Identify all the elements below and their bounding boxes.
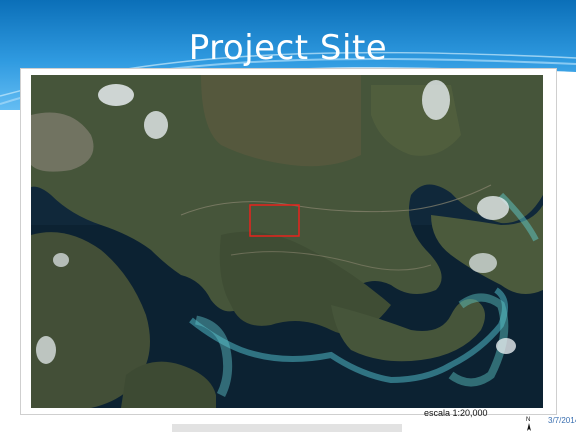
satellite-map bbox=[31, 75, 543, 408]
slide-date: 3/7/2014 bbox=[548, 416, 576, 425]
slide-title: Project Site bbox=[188, 28, 388, 68]
north-arrow-icon: N bbox=[526, 417, 531, 431]
scale-label: escala 1:20,000 bbox=[424, 408, 488, 418]
footer-bar bbox=[172, 424, 402, 432]
north-label: N bbox=[526, 417, 530, 423]
